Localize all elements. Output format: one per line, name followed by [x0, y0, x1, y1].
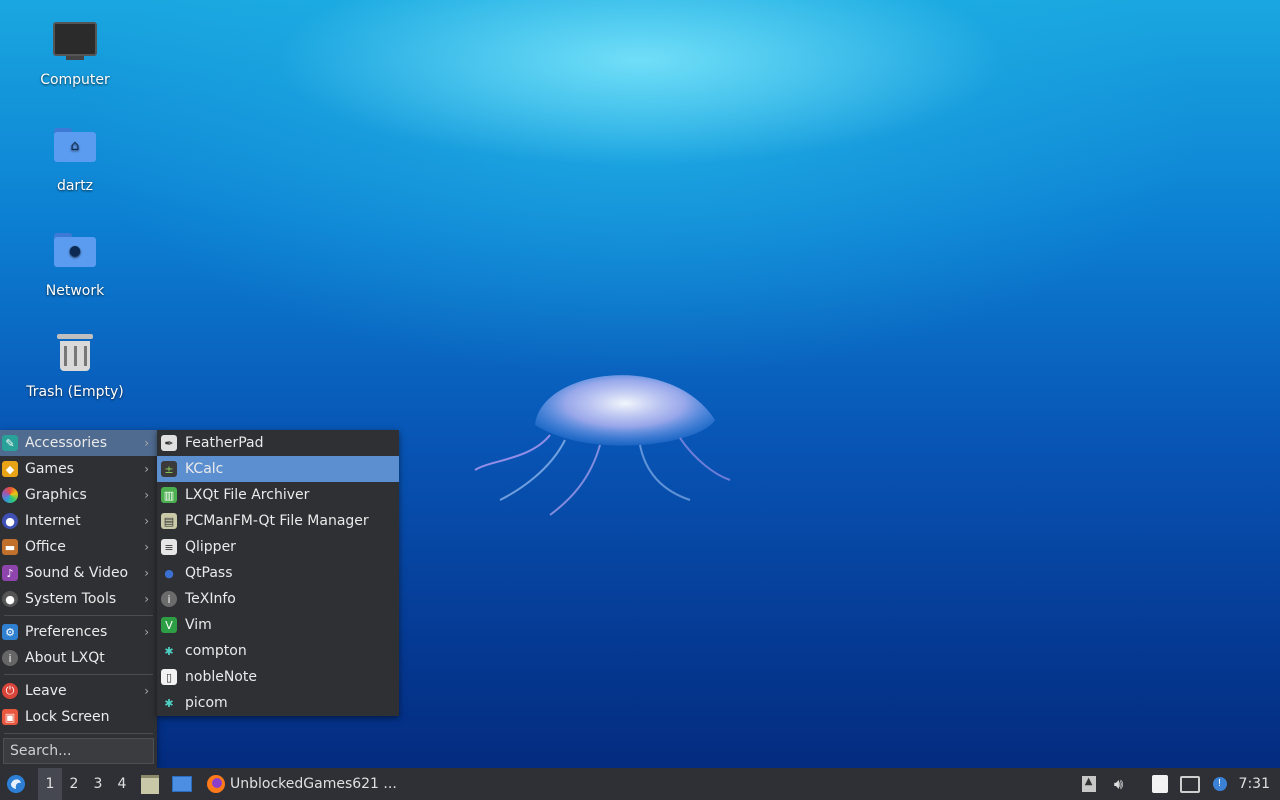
firefox-icon: [207, 775, 225, 793]
sound-video-icon: ♪: [2, 565, 18, 581]
submenu-item-qtpass[interactable]: ● QtPass: [157, 560, 399, 586]
system-tools-icon: ●: [2, 591, 18, 607]
vim-icon: V: [161, 617, 177, 633]
system-tray: ▲ 🔊︎ ! 7:31: [1074, 768, 1280, 800]
notification-button[interactable]: !: [1210, 774, 1230, 794]
file-manager-launcher[interactable]: [140, 774, 160, 794]
submenu-item-compton[interactable]: ✱ compton: [157, 638, 399, 664]
menu-item-preferences[interactable]: ⚙ Preferences ›: [0, 619, 157, 645]
menu-separator: [4, 733, 153, 734]
clipboard-icon: [1151, 775, 1168, 793]
internet-icon: ●: [2, 513, 18, 529]
chevron-right-icon: ›: [144, 488, 149, 502]
submenu-item-file-manager[interactable]: ▤ PCManFM-Qt File Manager: [157, 508, 399, 534]
clipboard-button[interactable]: [1150, 774, 1170, 794]
start-menu-button[interactable]: [6, 774, 26, 794]
menu-item-about[interactable]: i About LXQt: [0, 645, 157, 671]
trash-icon: [53, 334, 97, 378]
chevron-right-icon: ›: [144, 540, 149, 554]
desktop-icon-label: dartz: [56, 178, 94, 194]
power-icon: ⏻: [2, 683, 18, 699]
menu-item-games[interactable]: ◆ Games ›: [0, 456, 157, 482]
submenu-item-vim[interactable]: V Vim: [157, 612, 399, 638]
accessories-submenu: ✒ FeatherPad ± KCalc ▥ LXQt File Archive…: [157, 430, 399, 716]
eject-button[interactable]: ▲: [1079, 774, 1099, 794]
desktop-icon-network[interactable]: ● Network: [15, 227, 135, 299]
submenu-item-texinfo[interactable]: i TeXInfo: [157, 586, 399, 612]
chevron-right-icon: ›: [144, 566, 149, 580]
chevron-right-icon: ›: [144, 684, 149, 698]
submenu-item-featherpad[interactable]: ✒ FeatherPad: [157, 430, 399, 456]
chevron-right-icon: ›: [144, 462, 149, 476]
menu-item-lock-screen[interactable]: ▣ Lock Screen: [0, 704, 157, 730]
submenu-item-file-archiver[interactable]: ▥ LXQt File Archiver: [157, 482, 399, 508]
file-manager-icon: ▤: [161, 513, 177, 529]
menu-separator: [4, 674, 153, 675]
desktop-icon: [172, 776, 192, 792]
menu-item-graphics[interactable]: Graphics ›: [0, 482, 157, 508]
notification-icon: !: [1212, 777, 1227, 791]
menu-search-input[interactable]: Search...: [3, 738, 154, 764]
kcalc-icon: ±: [161, 461, 177, 477]
noblenote-icon: ▯: [161, 669, 177, 685]
wallpaper-jellyfish: [474, 375, 731, 516]
info-icon: i: [2, 650, 18, 666]
clock[interactable]: 7:31: [1239, 776, 1270, 792]
graphics-icon: [2, 487, 18, 503]
menu-item-internet[interactable]: ● Internet ›: [0, 508, 157, 534]
speaker-icon: 🔊︎: [1113, 775, 1124, 793]
submenu-item-kcalc[interactable]: ± KCalc: [157, 456, 399, 482]
desktop-icon-label: Trash (Empty): [26, 384, 124, 400]
chevron-right-icon: ›: [144, 514, 149, 528]
desktop-icon-label: Network: [45, 283, 105, 299]
menu-separator: [4, 615, 153, 616]
desktop-icon-label: Computer: [40, 72, 110, 88]
network-folder-icon: ●: [53, 233, 97, 277]
show-desktop-button[interactable]: [172, 774, 192, 794]
desktop-icon-trash[interactable]: Trash (Empty): [15, 332, 135, 400]
submenu-item-picom[interactable]: ✱ picom: [157, 690, 399, 716]
menu-item-sound-video[interactable]: ♪ Sound & Video ›: [0, 560, 157, 586]
qlipper-icon: ≡: [161, 539, 177, 555]
submenu-item-qlipper[interactable]: ≡ Qlipper: [157, 534, 399, 560]
chevron-right-icon: ›: [144, 592, 149, 606]
texinfo-icon: i: [161, 591, 177, 607]
archiver-icon: ▥: [161, 487, 177, 503]
preferences-icon: ⚙: [2, 624, 18, 640]
network-button[interactable]: [1179, 774, 1200, 794]
desktop-icon-home[interactable]: ⌂ dartz: [15, 122, 135, 194]
home-folder-icon: ⌂: [53, 128, 97, 172]
picom-icon: ✱: [164, 696, 174, 710]
network-icon: [1179, 775, 1200, 793]
featherpad-icon: ✒: [161, 435, 177, 451]
qtpass-icon: ●: [164, 566, 174, 580]
taskbar: 1 2 3 4 UnblockedGames621 ... ▲ 🔊︎ ! 7:3…: [0, 768, 1280, 800]
chevron-right-icon: ›: [144, 625, 149, 639]
desktop-icon-computer[interactable]: Computer: [15, 18, 135, 88]
chevron-right-icon: ›: [144, 436, 149, 450]
games-icon: ◆: [2, 461, 18, 477]
computer-icon: [53, 22, 97, 66]
compton-icon: ✱: [164, 644, 174, 658]
eject-icon: ▲: [1081, 776, 1096, 792]
accessories-icon: ✎: [2, 435, 18, 451]
menu-item-leave[interactable]: ⏻ Leave ›: [0, 678, 157, 704]
office-icon: ▬: [2, 539, 18, 555]
menu-item-system-tools[interactable]: ● System Tools ›: [0, 586, 157, 612]
taskbar-window-firefox[interactable]: UnblockedGames621 ...: [206, 768, 397, 800]
menu-item-accessories[interactable]: ✎ Accessories ›: [0, 430, 157, 456]
desktop-switch-3[interactable]: 3: [86, 768, 110, 800]
desktop-switch-1[interactable]: 1: [38, 768, 62, 800]
lock-icon: ▣: [2, 709, 18, 725]
menu-item-office[interactable]: ▬ Office ›: [0, 534, 157, 560]
main-menu: ✎ Accessories › ◆ Games › Graphics › ● Inte…: [0, 430, 157, 768]
file-manager-icon: [141, 774, 159, 794]
submenu-item-noblenote[interactable]: ▯ nobleNote: [157, 664, 399, 690]
lxqt-logo-icon: [7, 775, 25, 793]
desktop-switch-2[interactable]: 2: [62, 768, 86, 800]
desktop-switch-4[interactable]: 4: [110, 768, 134, 800]
volume-button[interactable]: 🔊︎: [1109, 774, 1129, 794]
